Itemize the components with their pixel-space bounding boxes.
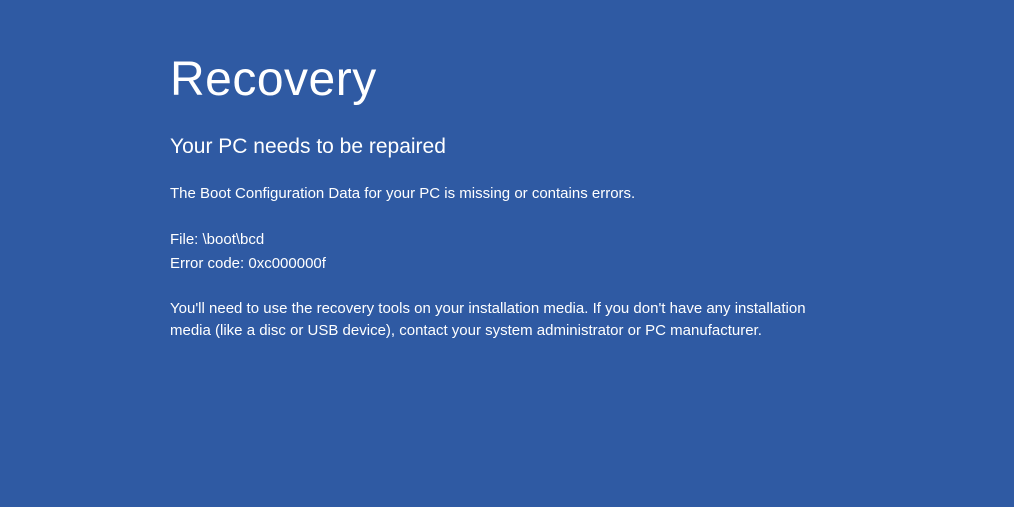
error-description: The Boot Configuration Data for your PC … [170,183,914,206]
page-title: Recovery [170,52,914,107]
page-subtitle: Your PC needs to be repaired [170,135,914,159]
recovery-instructions: You'll need to use the recovery tools on… [170,298,850,343]
error-details: File: \boot\bcd Error code: 0xc000000f [170,228,914,276]
recovery-screen: Recovery Your PC needs to be repaired Th… [0,0,1014,343]
error-code: Error code: 0xc000000f [170,252,914,276]
file-path: File: \boot\bcd [170,228,914,252]
